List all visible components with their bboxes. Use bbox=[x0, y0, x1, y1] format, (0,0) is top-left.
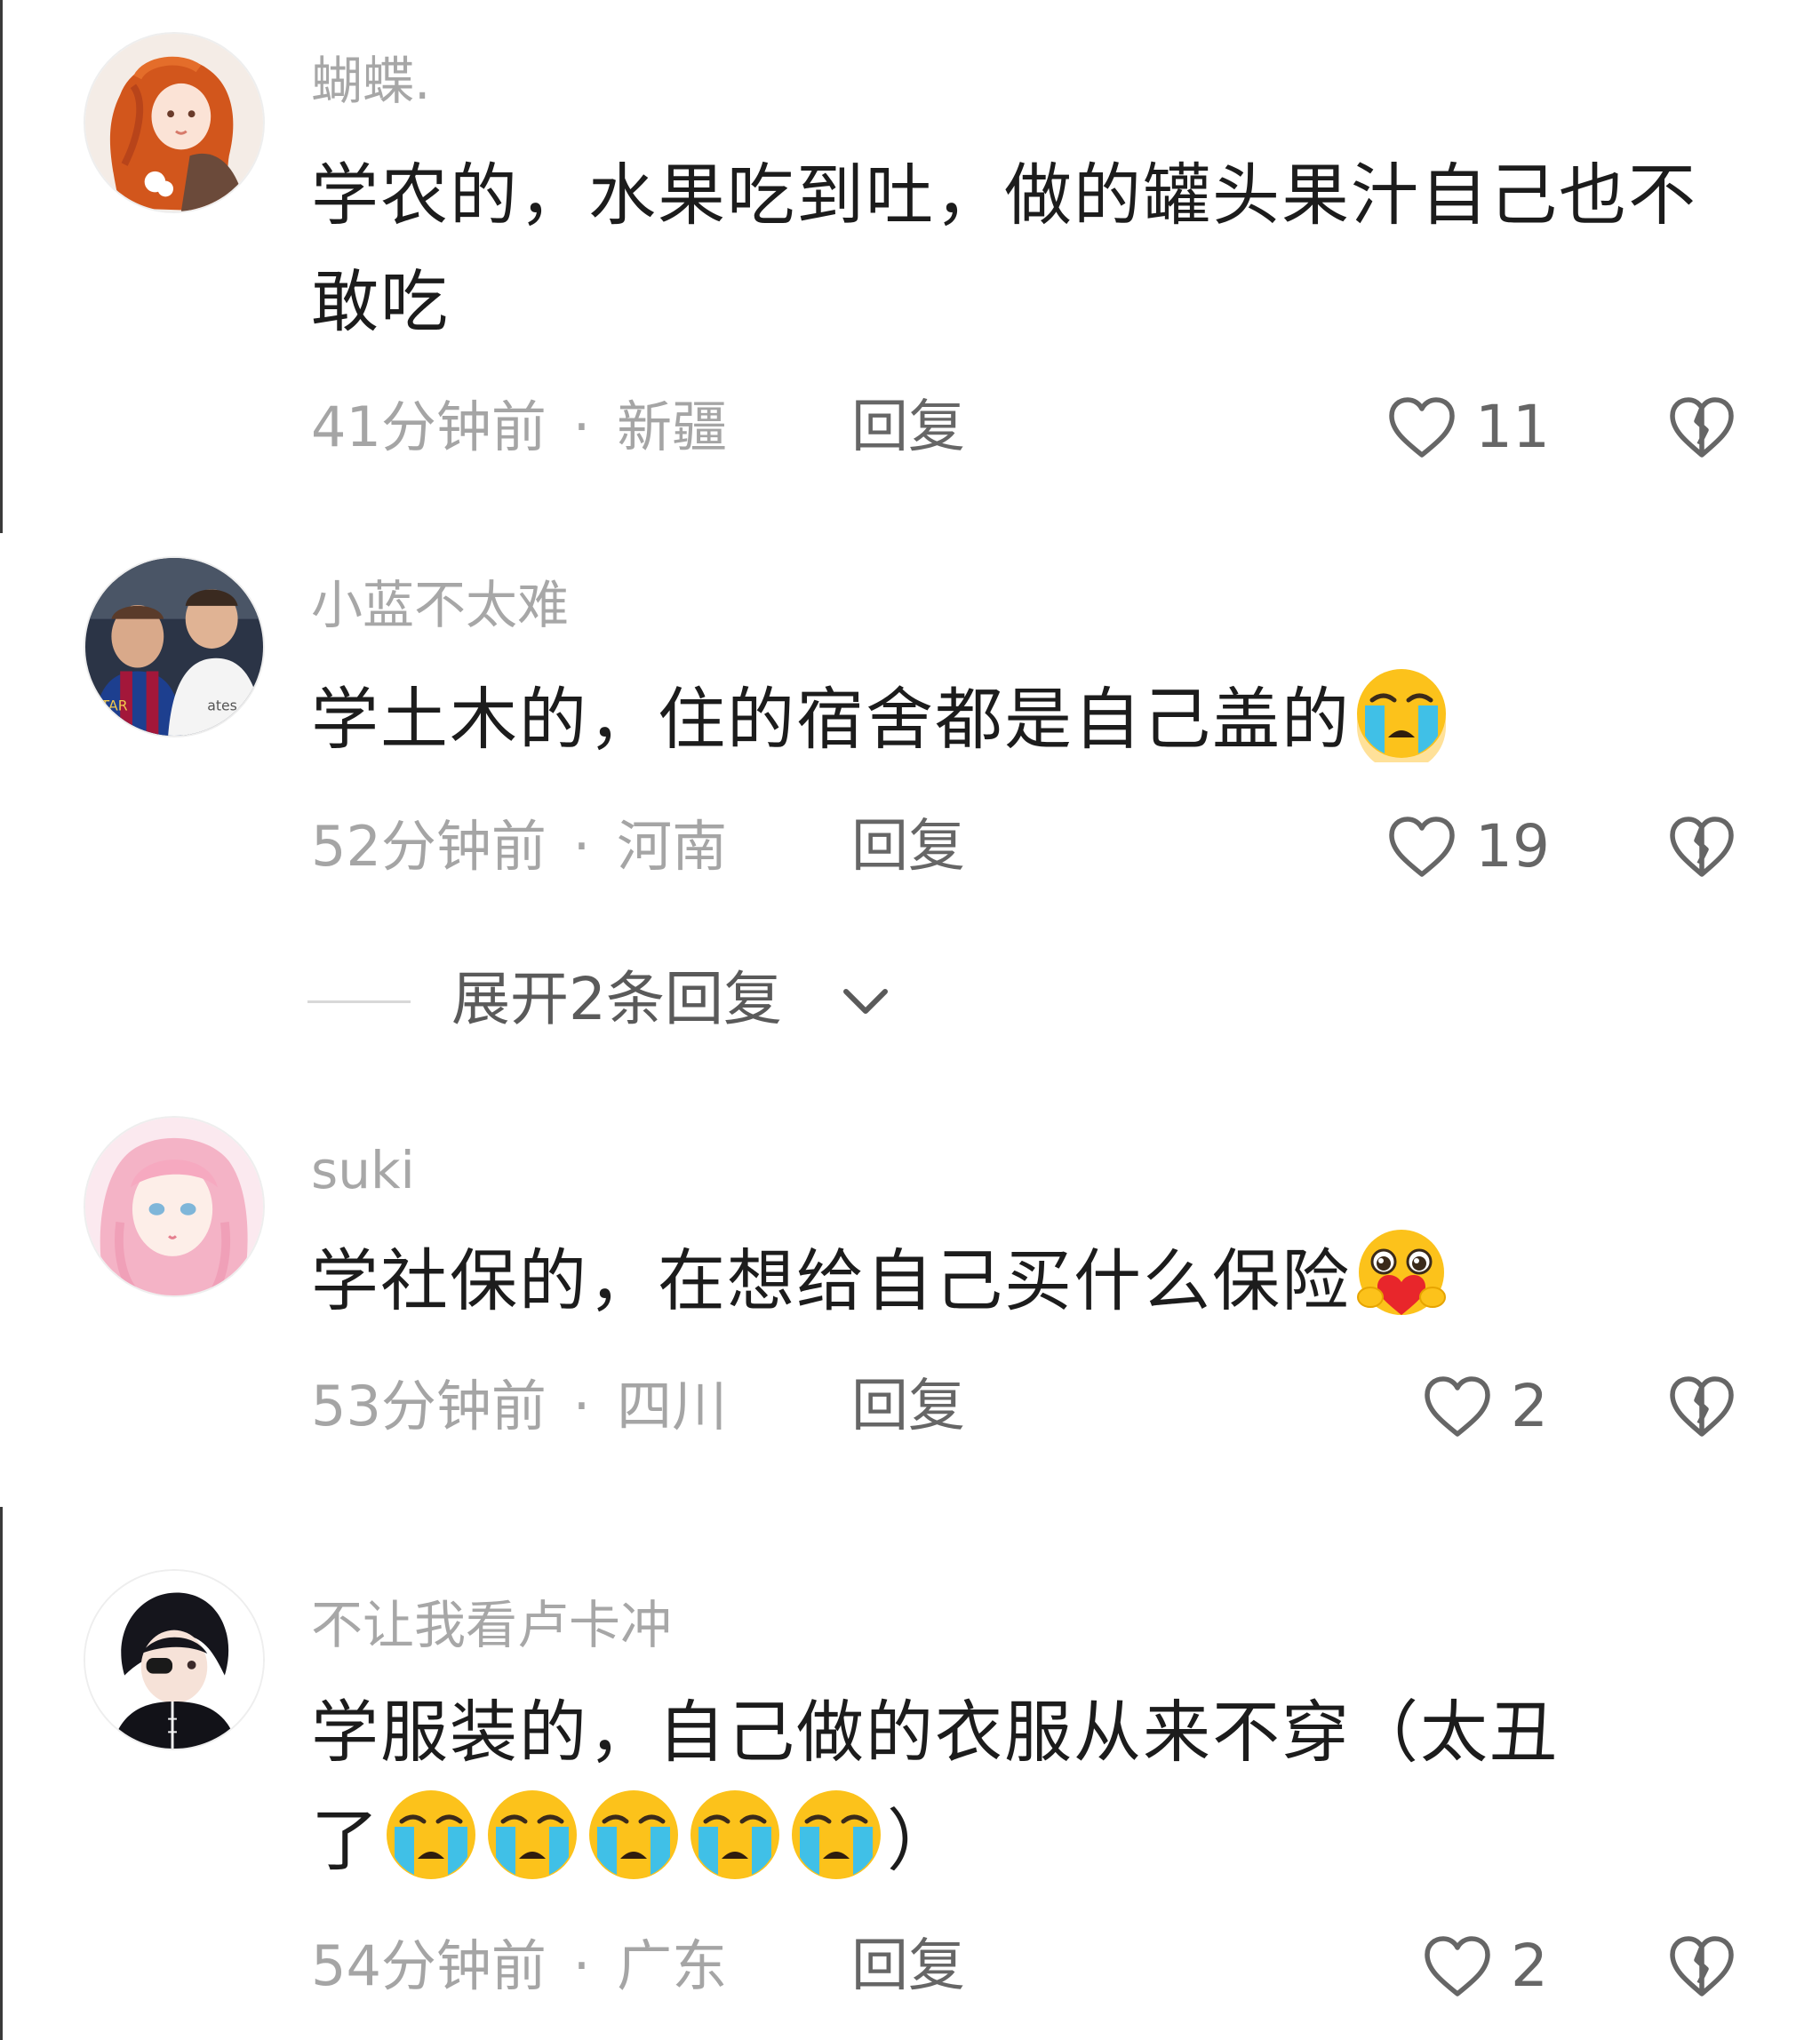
comment-text-body: 学土木的，住的宿舍都是自己盖的 bbox=[311, 680, 1351, 759]
comment-text-line: 了 ） bbox=[311, 1786, 1697, 1894]
reply-button[interactable]: 回复 bbox=[851, 1378, 965, 1435]
avatar[interactable]: ates TAR bbox=[84, 556, 265, 737]
location: 广东 bbox=[617, 1933, 728, 1998]
comment-meta: 52分钟前 · 河南 bbox=[311, 819, 727, 874]
avatar-football-players-icon: ates TAR bbox=[85, 558, 263, 736]
crying-face-icon bbox=[589, 1790, 678, 1879]
avatar[interactable] bbox=[84, 1116, 265, 1297]
comment-meta: 53分钟前 · 四川 bbox=[311, 1379, 727, 1434]
timestamp: 52分钟前 bbox=[311, 814, 547, 879]
broken-heart-icon[interactable] bbox=[1667, 814, 1736, 881]
comment-text: 学土木的，住的宿舍都是自己盖的 bbox=[311, 665, 1697, 773]
expand-divider bbox=[307, 1000, 411, 1003]
comment-meta: 41分钟前 · 新疆 bbox=[311, 400, 727, 455]
comment-text-tail-start: 了 bbox=[311, 1801, 380, 1880]
avatar[interactable] bbox=[84, 1569, 265, 1750]
like-count: 2 bbox=[1511, 1932, 1548, 2000]
like-count: 11 bbox=[1475, 393, 1550, 461]
reply-button[interactable]: 回复 bbox=[851, 1938, 965, 1995]
svg-text:ates: ates bbox=[207, 697, 237, 714]
comment-text-body: 学社保的，在想给自己买什么保险 bbox=[311, 1241, 1351, 1320]
location: 河南 bbox=[617, 814, 728, 879]
broken-heart-icon[interactable] bbox=[1667, 1374, 1736, 1441]
avatar-red-hair-girl-icon bbox=[85, 34, 263, 211]
comment-text-tail-end: ） bbox=[887, 1801, 956, 1880]
avatar-dark-hair-boy-icon bbox=[85, 1571, 263, 1749]
separator: · bbox=[572, 1933, 591, 1998]
location: 新疆 bbox=[617, 394, 728, 459]
username[interactable]: 不让我看卢卡冲 bbox=[311, 1599, 672, 1651]
comment-text: 学农的，水果吃到吐，做的罐头果汁自己也不敢吃 bbox=[311, 155, 1697, 341]
username[interactable]: 蝴蝶. bbox=[311, 55, 430, 107]
separator: · bbox=[572, 1374, 591, 1438]
broken-heart-icon[interactable] bbox=[1667, 1933, 1736, 2001]
timestamp: 41分钟前 bbox=[311, 394, 547, 459]
avatar[interactable] bbox=[84, 32, 265, 213]
broken-heart-icon[interactable] bbox=[1667, 394, 1736, 462]
chevron-down-icon bbox=[843, 989, 888, 1014]
heart-icon bbox=[1389, 397, 1455, 458]
like-button[interactable]: 2 bbox=[1422, 1933, 1600, 2004]
comment-text-line: 学服装的，自己做的衣服从来不穿（太丑 bbox=[311, 1693, 1559, 1772]
like-count: 19 bbox=[1475, 812, 1550, 881]
reply-button[interactable]: 回复 bbox=[851, 399, 965, 456]
crying-face-icon bbox=[792, 1790, 881, 1879]
comment-text: 学社保的，在想给自己买什么保险 bbox=[311, 1226, 1697, 1335]
crying-face-icon bbox=[387, 1790, 475, 1879]
heart-icon bbox=[1389, 817, 1455, 877]
username[interactable]: suki bbox=[311, 1144, 415, 1196]
comment-text: 学服装的，自己做的衣服从来不穿（太丑 了 ） bbox=[311, 1679, 1697, 1894]
like-button[interactable]: 2 bbox=[1422, 1374, 1600, 1445]
heart-icon bbox=[1425, 1936, 1490, 1996]
like-button[interactable]: 19 bbox=[1386, 814, 1564, 885]
crying-face-icon bbox=[1357, 669, 1446, 762]
like-button[interactable]: 11 bbox=[1386, 394, 1564, 466]
expand-replies-label: 展开2条回复 bbox=[451, 965, 782, 1033]
crying-face-icon bbox=[488, 1790, 577, 1879]
username[interactable]: 小蓝不太难 bbox=[311, 579, 569, 631]
timestamp: 53分钟前 bbox=[311, 1374, 547, 1438]
timestamp: 54分钟前 bbox=[311, 1933, 547, 1998]
comment-meta: 54分钟前 · 广东 bbox=[311, 1939, 727, 1994]
crying-face-icon bbox=[690, 1790, 779, 1879]
reply-button[interactable]: 回复 bbox=[851, 818, 965, 875]
separator: · bbox=[572, 814, 591, 879]
like-count: 2 bbox=[1511, 1372, 1548, 1440]
svg-text:TAR: TAR bbox=[100, 697, 128, 714]
face-holding-heart-icon bbox=[1357, 1230, 1446, 1315]
location: 四川 bbox=[617, 1374, 728, 1438]
avatar-pink-hair-girl-icon bbox=[85, 1118, 263, 1295]
heart-icon bbox=[1425, 1376, 1490, 1437]
separator: · bbox=[572, 394, 591, 459]
expand-replies-button[interactable]: 展开2条回复 bbox=[307, 967, 930, 1038]
left-edge-gap bbox=[0, 533, 3, 1507]
